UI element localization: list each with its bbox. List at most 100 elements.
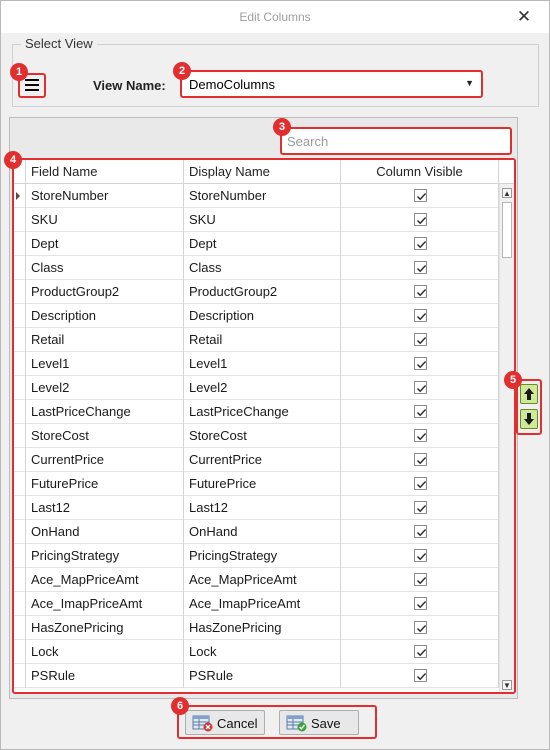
row-indicator[interactable] xyxy=(14,352,26,376)
row-indicator[interactable] xyxy=(14,280,26,304)
display-name-cell[interactable]: OnHand xyxy=(184,520,341,544)
field-name-cell[interactable]: Retail xyxy=(26,328,184,352)
field-name-cell[interactable]: PricingStrategy xyxy=(26,544,184,568)
close-button[interactable]: ✕ xyxy=(513,6,535,28)
field-name-cell[interactable]: Class xyxy=(26,256,184,280)
field-name-cell[interactable]: PSRule xyxy=(26,664,184,688)
table-row[interactable]: Level2 Level2 xyxy=(14,376,499,400)
row-indicator[interactable] xyxy=(14,448,26,472)
field-name-cell[interactable]: StoreCost xyxy=(26,424,184,448)
column-visible-checkbox[interactable] xyxy=(414,669,427,682)
row-indicator[interactable] xyxy=(14,232,26,256)
column-visible-checkbox[interactable] xyxy=(414,213,427,226)
field-name-cell[interactable]: HasZonePricing xyxy=(26,616,184,640)
display-name-cell[interactable]: StoreCost xyxy=(184,424,341,448)
column-visible-checkbox[interactable] xyxy=(414,261,427,274)
save-button[interactable]: Save xyxy=(279,710,359,735)
field-name-cell[interactable]: Lock xyxy=(26,640,184,664)
table-row[interactable]: ProductGroup2 ProductGroup2 xyxy=(14,280,499,304)
table-row[interactable]: StoreCost StoreCost xyxy=(14,424,499,448)
field-name-cell[interactable]: Level2 xyxy=(26,376,184,400)
row-indicator[interactable] xyxy=(14,256,26,280)
table-row[interactable]: PSRule PSRule xyxy=(14,664,499,688)
scroll-down-icon[interactable]: ▼ xyxy=(502,680,512,690)
display-name-cell[interactable]: Ace_MapPriceAmt xyxy=(184,568,341,592)
field-name-cell[interactable]: Last12 xyxy=(26,496,184,520)
row-indicator[interactable] xyxy=(14,616,26,640)
row-indicator[interactable] xyxy=(14,544,26,568)
display-name-cell[interactable]: Lock xyxy=(184,640,341,664)
table-row[interactable]: HasZonePricing HasZonePricing xyxy=(14,616,499,640)
row-indicator[interactable] xyxy=(14,400,26,424)
table-row[interactable]: Dept Dept xyxy=(14,232,499,256)
column-visible-checkbox[interactable] xyxy=(414,405,427,418)
field-name-cell[interactable]: CurrentPrice xyxy=(26,448,184,472)
field-name-cell[interactable]: LastPriceChange xyxy=(26,400,184,424)
row-indicator[interactable] xyxy=(14,568,26,592)
display-name-cell[interactable]: SKU xyxy=(184,208,341,232)
table-row[interactable]: Description Description xyxy=(14,304,499,328)
field-name-cell[interactable]: StoreNumber xyxy=(26,184,184,208)
field-name-cell[interactable]: SKU xyxy=(26,208,184,232)
row-indicator[interactable] xyxy=(14,592,26,616)
row-indicator[interactable] xyxy=(14,496,26,520)
table-row[interactable]: Ace_ImapPriceAmt Ace_ImapPriceAmt xyxy=(14,592,499,616)
column-visible-checkbox[interactable] xyxy=(414,501,427,514)
column-visible-checkbox[interactable] xyxy=(414,645,427,658)
field-name-cell[interactable]: FuturePrice xyxy=(26,472,184,496)
search-box[interactable] xyxy=(280,127,512,155)
column-visible-checkbox[interactable] xyxy=(414,477,427,490)
display-name-cell[interactable]: Dept xyxy=(184,232,341,256)
cancel-button[interactable]: Cancel xyxy=(185,710,265,735)
display-name-cell[interactable]: Last12 xyxy=(184,496,341,520)
move-up-button[interactable] xyxy=(520,384,538,404)
column-visible-checkbox[interactable] xyxy=(414,597,427,610)
display-name-cell[interactable]: Ace_ImapPriceAmt xyxy=(184,592,341,616)
table-row[interactable]: LastPriceChange LastPriceChange xyxy=(14,400,499,424)
row-indicator[interactable] xyxy=(14,472,26,496)
view-name-dropdown[interactable]: DemoColumns ▼ xyxy=(180,70,483,98)
field-name-cell[interactable]: ProductGroup2 xyxy=(26,280,184,304)
move-down-button[interactable] xyxy=(520,409,538,429)
display-name-cell[interactable]: CurrentPrice xyxy=(184,448,341,472)
table-row[interactable]: CurrentPrice CurrentPrice xyxy=(14,448,499,472)
display-name-cell[interactable]: StoreNumber xyxy=(184,184,341,208)
row-indicator[interactable] xyxy=(14,328,26,352)
column-visible-checkbox[interactable] xyxy=(414,573,427,586)
column-visible-checkbox[interactable] xyxy=(414,237,427,250)
column-visible-checkbox[interactable] xyxy=(414,309,427,322)
search-input[interactable] xyxy=(282,129,510,153)
row-indicator[interactable] xyxy=(14,376,26,400)
table-row[interactable]: Last12 Last12 xyxy=(14,496,499,520)
display-name-cell[interactable]: FuturePrice xyxy=(184,472,341,496)
display-name-cell[interactable]: Level1 xyxy=(184,352,341,376)
display-name-cell[interactable]: PricingStrategy xyxy=(184,544,341,568)
column-visible-checkbox[interactable] xyxy=(414,621,427,634)
header-column-visible[interactable]: Column Visible xyxy=(341,160,499,184)
row-indicator[interactable] xyxy=(14,208,26,232)
table-row[interactable]: StoreNumber StoreNumber xyxy=(14,184,499,208)
row-indicator[interactable] xyxy=(14,424,26,448)
row-indicator[interactable] xyxy=(14,520,26,544)
row-indicator[interactable] xyxy=(14,640,26,664)
column-visible-checkbox[interactable] xyxy=(414,381,427,394)
table-row[interactable]: PricingStrategy PricingStrategy xyxy=(14,544,499,568)
field-name-cell[interactable]: Level1 xyxy=(26,352,184,376)
column-visible-checkbox[interactable] xyxy=(414,357,427,370)
row-indicator[interactable] xyxy=(14,304,26,328)
table-row[interactable]: Retail Retail xyxy=(14,328,499,352)
display-name-cell[interactable]: Level2 xyxy=(184,376,341,400)
column-visible-checkbox[interactable] xyxy=(414,525,427,538)
table-row[interactable]: Class Class xyxy=(14,256,499,280)
column-visible-checkbox[interactable] xyxy=(414,429,427,442)
table-row[interactable]: OnHand OnHand xyxy=(14,520,499,544)
row-indicator[interactable] xyxy=(14,184,26,208)
scroll-up-icon[interactable]: ▲ xyxy=(502,188,512,198)
header-display-name[interactable]: Display Name xyxy=(184,160,341,184)
table-row[interactable]: FuturePrice FuturePrice xyxy=(14,472,499,496)
column-visible-checkbox[interactable] xyxy=(414,453,427,466)
display-name-cell[interactable]: Retail xyxy=(184,328,341,352)
field-name-cell[interactable]: Ace_ImapPriceAmt xyxy=(26,592,184,616)
display-name-cell[interactable]: LastPriceChange xyxy=(184,400,341,424)
field-name-cell[interactable]: Ace_MapPriceAmt xyxy=(26,568,184,592)
